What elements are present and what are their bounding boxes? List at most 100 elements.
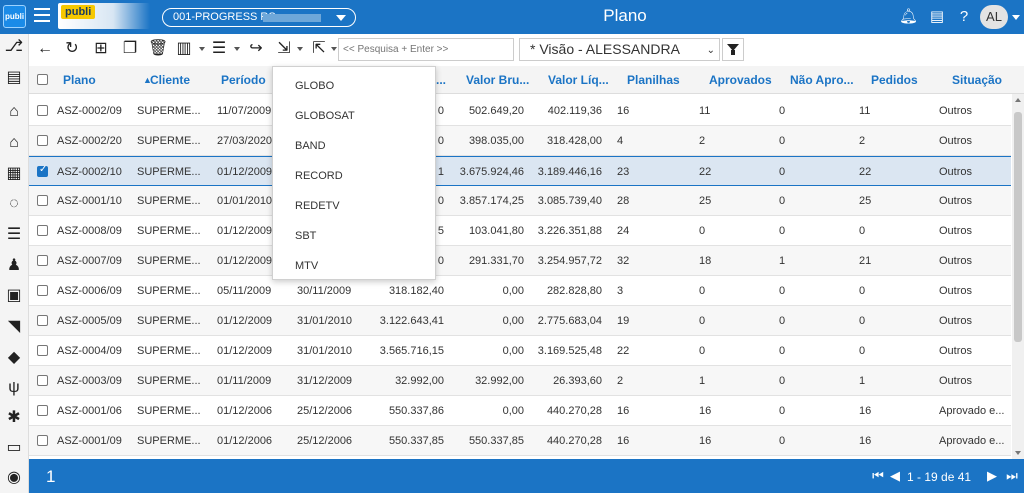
help-icon[interactable]: ? [955, 8, 973, 26]
scroll-down-icon[interactable] [1015, 451, 1021, 455]
row-checkbox[interactable] [37, 375, 48, 386]
dropdown-item-globosat[interactable]: GLOBOSAT [295, 110, 355, 122]
export-icon[interactable]: ⇲ [274, 39, 294, 59]
row-checkbox[interactable] [37, 164, 48, 177]
eye-icon[interactable]: ◉ [4, 468, 24, 488]
column-header-valor-bruto[interactable]: Valor Bru... [466, 73, 529, 87]
dropdown-item-sbt[interactable]: SBT [295, 230, 316, 242]
column-header-aprovados[interactable]: Aprovados [709, 73, 772, 87]
dropdown-item-redetv[interactable]: REDETV [295, 200, 340, 212]
view-select-label: * Visão - ALESSANDRA [530, 41, 680, 57]
sliders-icon[interactable]: ☰ [209, 39, 229, 59]
column-header-periodo[interactable]: Período [221, 73, 266, 87]
table-row[interactable]: ASZ-0001/09 SUPERME... 01/12/2006 25/12/200… [29, 426, 1011, 456]
dropdown-item-record[interactable]: RECORD [295, 170, 343, 182]
chevron-down-icon[interactable] [331, 47, 337, 51]
column-header-valor[interactable]: ... [436, 73, 446, 87]
vertical-scrollbar[interactable] [1012, 94, 1024, 459]
column-header-plano[interactable]: Plano [63, 73, 96, 87]
scrollbar-thumb[interactable] [1014, 112, 1022, 342]
last-page-icon[interactable]: ⏭ [1005, 469, 1019, 483]
table-row[interactable]: ASZ-0006/09 SUPERME... 05/11/2009 30/11/200… [29, 276, 1011, 306]
share-icon[interactable]: ↪ [246, 39, 266, 59]
chevron-down-icon[interactable] [199, 47, 205, 51]
bell-icon[interactable]: 🔔︎ [899, 8, 918, 26]
row-checkbox[interactable] [37, 255, 48, 266]
row-checkbox[interactable] [37, 405, 48, 416]
table-row[interactable]: ASZ-0002/09 SUPERME... 11/07/2009 0 502.649,… [29, 96, 1011, 126]
row-checkbox[interactable] [37, 345, 48, 356]
cell-aprovados: 18 [699, 255, 712, 267]
dropdown-item-band[interactable]: BAND [295, 140, 326, 152]
column-header-situacao[interactable]: Situação [952, 73, 1002, 87]
column-header-cliente[interactable]: Cliente [150, 73, 190, 87]
first-page-icon[interactable]: ⏮ [871, 469, 885, 483]
table-row[interactable]: ASZ-0002/10SUPERME...01/12/200913.675.92… [29, 156, 1011, 186]
column-header-pedidos[interactable]: Pedidos [871, 73, 918, 87]
table-row[interactable]: ASZ-0005/09 SUPERME... 01/12/2009 31/01/201… [29, 306, 1011, 336]
row-checkbox[interactable] [37, 105, 48, 116]
cell-cliente: SUPERME... [137, 345, 201, 357]
copy-icon[interactable]: ❐ [120, 39, 140, 59]
leaf-icon[interactable]: ◆ [4, 348, 24, 368]
dropdown-item-mtv[interactable]: MTV [295, 260, 318, 272]
select-all-checkbox[interactable] [37, 74, 48, 85]
cell-valor-bruto: 103.041,80 [468, 225, 524, 237]
row-checkbox[interactable] [37, 225, 48, 236]
app-logo[interactable]: publi [3, 5, 26, 28]
utensils-icon[interactable]: ψ [4, 378, 24, 398]
cell-nao-aprovados: 0 [779, 105, 786, 117]
scroll-up-icon[interactable] [1015, 98, 1021, 102]
view-select[interactable]: * Visão - ALESSANDRA ⌄ [519, 38, 720, 61]
refresh-icon[interactable]: ↻ [62, 39, 82, 59]
grid-icon[interactable]: ▦ [4, 164, 24, 184]
menu-icon[interactable] [34, 8, 50, 24]
rss-icon[interactable]: ◥ [4, 317, 24, 337]
table-row[interactable]: ASZ-0003/09 SUPERME... 01/11/2009 31/12/200… [29, 366, 1011, 396]
sofa-icon[interactable]: ▭ [4, 438, 24, 458]
dropdown-item-globo[interactable]: GLOBO [295, 80, 334, 92]
users-icon[interactable]: ♟ [4, 256, 24, 276]
next-page-icon[interactable]: ▶ [985, 469, 999, 483]
cell-pedidos: 1 [859, 375, 866, 387]
table-row[interactable]: ASZ-0008/09 SUPERME... 01/12/2009 5 103.041,… [29, 216, 1011, 246]
row-checkbox[interactable] [37, 195, 48, 206]
table-row[interactable]: ASZ-0001/06 SUPERME... 01/12/2006 25/12/200… [29, 396, 1011, 426]
filter-button[interactable] [722, 38, 744, 61]
cell-pedidos: 0 [859, 315, 866, 327]
chevron-down-icon[interactable] [1012, 15, 1020, 20]
row-checkbox[interactable] [37, 285, 48, 296]
table-row[interactable]: ASZ-0007/09 SUPERME... 01/12/2009 0 291.331,… [29, 246, 1011, 276]
column-header-valor-liquido[interactable]: Valor Líq... [548, 73, 609, 87]
column-header-planilhas[interactable]: Planilhas [627, 73, 680, 87]
import-icon[interactable]: ⇱ [309, 39, 329, 59]
monitor-icon[interactable]: ▤ [928, 8, 946, 26]
table-row[interactable]: ASZ-0002/20 SUPERME... 27/03/2020 0 398.035,… [29, 126, 1011, 156]
cell-cliente: SUPERME... [137, 105, 201, 117]
lightbulb-icon[interactable]: ◌ [4, 194, 24, 214]
home-icon[interactable]: ⌂ [4, 102, 24, 122]
trash-icon[interactable]: 🗑︎ [148, 39, 168, 59]
table-row[interactable]: ASZ-0001/10 SUPERME... 01/01/2010 0 3.857.17… [29, 186, 1011, 216]
chevron-down-icon[interactable] [234, 47, 240, 51]
document-icon[interactable]: ▤ [4, 68, 24, 88]
bug-icon[interactable]: ✱ [4, 408, 24, 428]
prev-page-icon[interactable]: ◀ [888, 469, 902, 483]
chart-icon[interactable]: ▥ [174, 39, 194, 59]
list-icon[interactable]: ☰ [4, 225, 24, 245]
avatar[interactable]: AL [980, 5, 1008, 29]
row-checkbox[interactable] [37, 135, 48, 146]
table-row[interactable]: ASZ-0004/09 SUPERME... 01/12/2009 31/01/201… [29, 336, 1011, 366]
search-input[interactable] [338, 38, 514, 61]
cell-cliente: SUPERME... [137, 435, 201, 447]
home-search-icon[interactable]: ⌂ [4, 133, 24, 153]
panel-icon[interactable]: ▣ [4, 286, 24, 306]
chevron-down-icon[interactable] [297, 47, 303, 51]
back-icon[interactable]: ← [35, 39, 55, 59]
row-checkbox[interactable] [37, 315, 48, 326]
column-header-nao-aprovados[interactable]: Não Apro... [790, 73, 854, 87]
row-checkbox[interactable] [37, 435, 48, 446]
company-selector[interactable]: 001-PROGRESS RS - [162, 8, 356, 27]
add-icon[interactable]: ⊞ [91, 39, 111, 59]
network-icon[interactable]: ⎇ [4, 37, 24, 57]
